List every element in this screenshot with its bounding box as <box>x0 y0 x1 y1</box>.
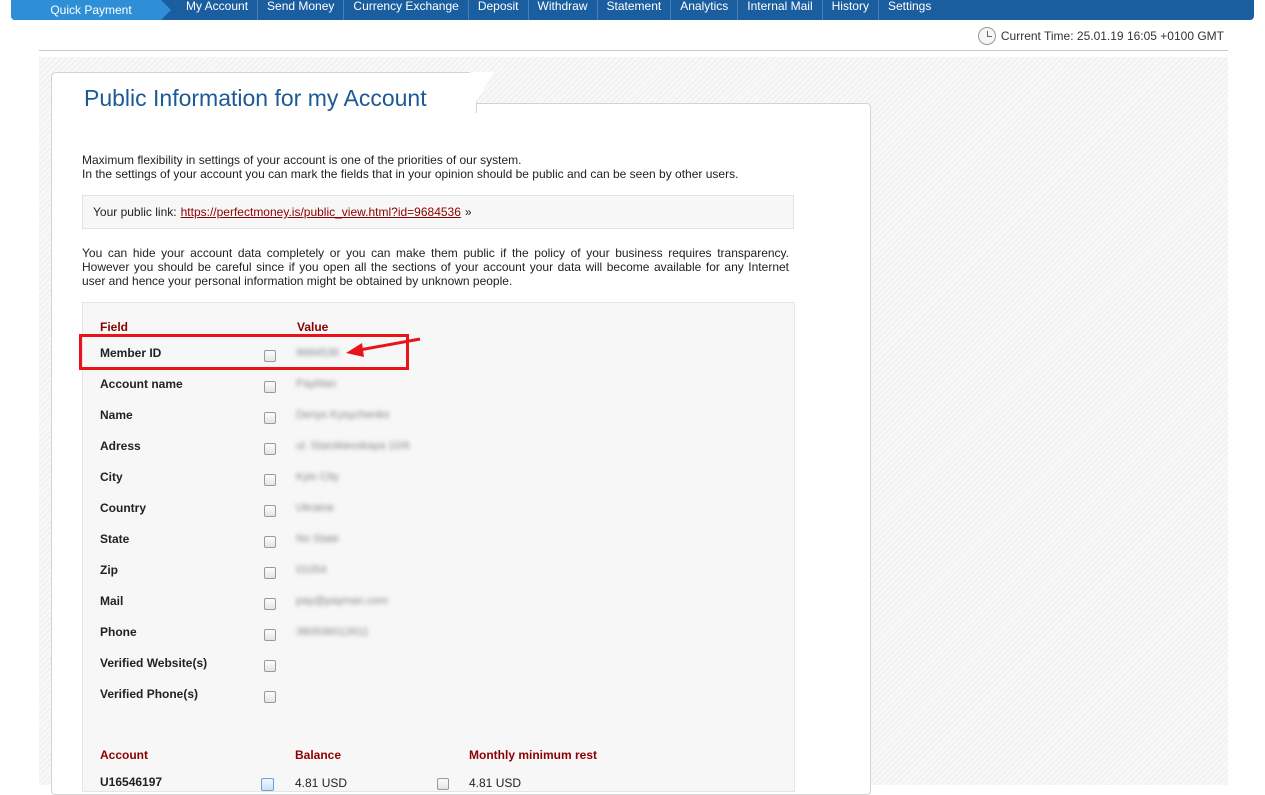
public-link-label: Your public link: <box>93 205 177 219</box>
field-value: Denys Kysychenko <box>296 409 390 421</box>
current-time-text: Current Time: 25.01.19 16:05 +0100 GMT <box>1000 29 1224 43</box>
field-row-city: City Kyiv City <box>100 470 500 490</box>
nav-item-send-money[interactable]: Send Money <box>257 0 343 20</box>
field-row-mail: Mail pay@payman.com <box>100 594 500 614</box>
field-row-state: State No State <box>100 532 500 552</box>
public-checkbox[interactable] <box>264 474 276 486</box>
nav-item-statement[interactable]: Statement <box>596 0 671 20</box>
header-divider <box>39 50 1228 51</box>
field-value: Ukraine <box>296 502 334 514</box>
field-value: Kyiv City <box>296 471 339 483</box>
nav-item-history[interactable]: History <box>821 0 878 20</box>
minimum-rest-public-checkbox[interactable] <box>437 778 449 790</box>
field-value: No State <box>296 533 339 545</box>
field-row-account-name: Account name PayMan <box>100 377 500 397</box>
nav-item-internal-mail[interactable]: Internal Mail <box>737 0 821 20</box>
field-row-verified-phones: Verified Phone(s) <box>100 687 500 707</box>
public-checkbox[interactable] <box>264 691 276 703</box>
nav-item-settings[interactable]: Settings <box>877 0 940 20</box>
field-label: Account name <box>100 377 183 391</box>
field-label: State <box>100 532 130 546</box>
public-link-suffix: » <box>464 205 472 219</box>
intro-line-2: In the settings of your account you can … <box>82 167 739 181</box>
field-label: Mail <box>100 594 124 608</box>
column-header-account: Account <box>100 748 148 762</box>
public-link-box: Your public link: https://perfectmoney.i… <box>82 195 794 229</box>
privacy-warning-text: You can hide your account data completel… <box>82 246 789 288</box>
field-value: pay@payman.com <box>296 595 388 607</box>
field-row-verified-websites: Verified Website(s) <box>100 656 500 676</box>
public-checkbox[interactable] <box>264 598 276 610</box>
public-checkbox[interactable] <box>264 660 276 672</box>
field-label: Country <box>100 501 146 515</box>
quick-payment-button[interactable]: Quick Payment <box>11 0 161 20</box>
field-label: Adress <box>100 439 141 453</box>
field-value: 01054 <box>296 564 327 576</box>
intro-text: Maximum flexibility in settings of your … <box>82 153 802 181</box>
nav-menu: My Account Send Money Currency Exchange … <box>177 0 940 20</box>
field-row-name: Name Denys Kysychenko <box>100 408 500 428</box>
top-navigation: Quick Payment My Account Send Money Curr… <box>11 0 1254 20</box>
page-title: Public Information for my Account <box>84 85 427 111</box>
public-checkbox[interactable] <box>264 443 276 455</box>
field-row-zip: Zip 01054 <box>100 563 500 583</box>
field-value: 380936012611 <box>296 626 369 638</box>
account-row: U16546197 4.81 USD 4.81 USD <box>100 775 580 795</box>
field-label: Verified Phone(s) <box>100 687 199 701</box>
field-label: Zip <box>100 563 118 577</box>
nav-item-analytics[interactable]: Analytics <box>670 0 737 20</box>
field-label: Name <box>100 408 133 422</box>
nav-item-my-account[interactable]: My Account <box>177 0 257 20</box>
quick-payment-arrow-shape <box>161 0 171 20</box>
public-checkbox[interactable] <box>264 629 276 641</box>
field-row-phone: Phone 380936012611 <box>100 625 500 645</box>
public-checkbox[interactable] <box>264 505 276 517</box>
annotation-arrow-icon <box>346 337 421 357</box>
public-checkbox[interactable] <box>264 412 276 424</box>
nav-item-withdraw[interactable]: Withdraw <box>527 0 597 20</box>
public-checkbox[interactable] <box>264 536 276 548</box>
account-minimum-rest: 4.81 USD <box>469 776 522 790</box>
public-checkbox[interactable] <box>264 567 276 579</box>
account-balance: 4.81 USD <box>295 776 348 790</box>
field-label: City <box>100 470 123 484</box>
nav-item-currency-exchange[interactable]: Currency Exchange <box>343 0 467 20</box>
clock-icon <box>977 27 996 45</box>
field-label: Phone <box>100 625 137 639</box>
column-header-value: Value <box>297 320 329 334</box>
column-header-monthly-minimum-rest: Monthly minimum rest <box>469 748 598 762</box>
field-value: ul. Starokievskaya 10/6 <box>296 440 410 452</box>
title-tab-slope <box>470 72 494 112</box>
intro-line-1: Maximum flexibility in settings of your … <box>82 153 522 167</box>
public-checkbox[interactable] <box>264 381 276 393</box>
field-value: PayMan <box>296 378 337 390</box>
field-label: Verified Website(s) <box>100 656 208 670</box>
column-header-field: Field <box>100 320 129 334</box>
current-time-bar: Current Time: 25.01.19 16:05 +0100 GMT <box>977 27 1224 45</box>
public-link[interactable]: https://perfectmoney.is/public_view.html… <box>181 205 461 219</box>
field-row-adress: Adress ul. Starokievskaya 10/6 <box>100 439 500 459</box>
nav-item-deposit[interactable]: Deposit <box>467 0 528 20</box>
field-row-country: Country Ukraine <box>100 501 500 521</box>
column-header-balance: Balance <box>295 748 342 762</box>
account-number: U16546197 <box>100 775 163 789</box>
